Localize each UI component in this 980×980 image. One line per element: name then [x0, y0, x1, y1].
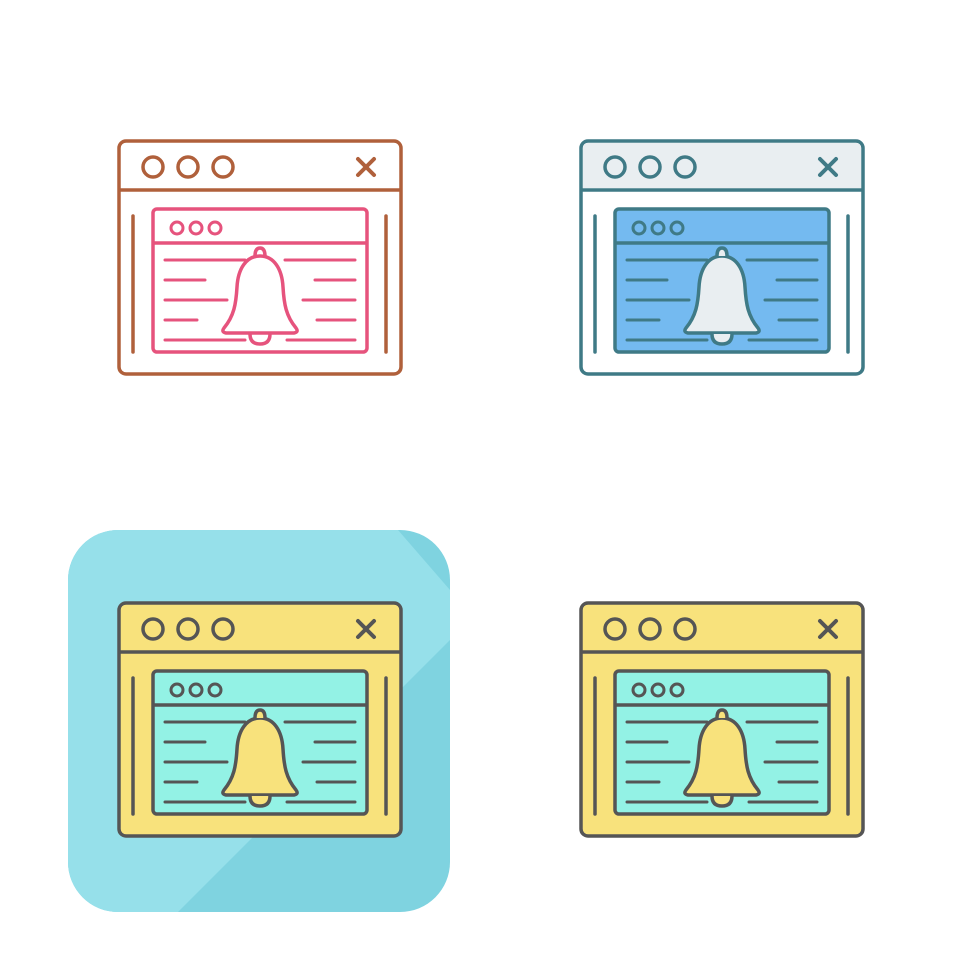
icon-sheet — [0, 0, 980, 980]
inner-window — [151, 207, 369, 354]
inner-window-dot — [207, 220, 223, 236]
browser-notification-icon-on-tile — [110, 594, 410, 854]
bell-clapper — [710, 795, 734, 808]
bell-clapper — [248, 333, 272, 346]
browser-window-icon — [579, 601, 865, 838]
browser-window-icon — [579, 139, 865, 376]
window-dots — [141, 155, 235, 179]
window-dot — [141, 155, 165, 179]
browser-notification-icon-filled-yellow — [572, 594, 872, 854]
window-dot — [211, 155, 235, 179]
inner-window-dot — [169, 220, 185, 236]
bell-top — [715, 246, 729, 257]
browser-notification-icon-line — [110, 132, 410, 392]
browser-window-icon — [117, 139, 403, 376]
inner-window-dot — [188, 220, 204, 236]
bell-body — [221, 254, 299, 335]
browser-notification-icon-filled-blue — [572, 132, 872, 392]
browser-window-icon — [117, 601, 403, 838]
content-lines — [163, 258, 357, 342]
bell-clapper — [248, 795, 272, 808]
inner-window-dots — [169, 220, 223, 236]
bell-top — [253, 708, 267, 719]
bell-clapper — [710, 333, 734, 346]
bell-icon — [221, 246, 299, 346]
bell-top — [715, 708, 729, 719]
window-dot — [176, 155, 200, 179]
close-icon — [356, 157, 376, 177]
